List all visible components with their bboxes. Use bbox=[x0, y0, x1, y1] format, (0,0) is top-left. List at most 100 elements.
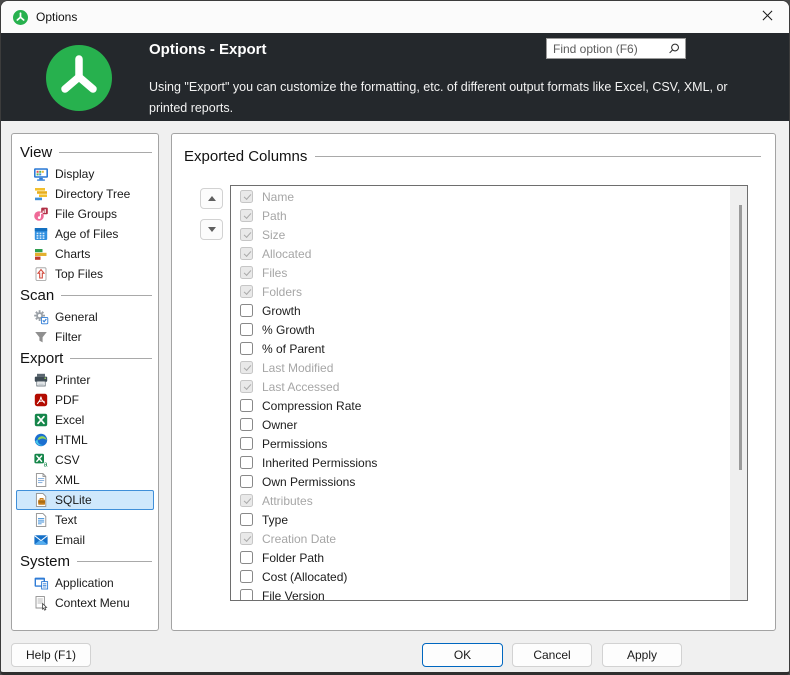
group-divider bbox=[59, 152, 152, 153]
column-label: Files bbox=[262, 266, 287, 280]
sidebar-item-pdf[interactable]: PDF bbox=[16, 390, 154, 410]
sidebar-item-charts[interactable]: Charts bbox=[16, 244, 154, 264]
column-label: Growth bbox=[262, 304, 301, 318]
column-row-folders: Folders bbox=[231, 282, 730, 301]
help-button[interactable]: Help (F1) bbox=[11, 643, 91, 667]
sidebar-item-label: Application bbox=[55, 576, 114, 590]
search-icon bbox=[667, 42, 681, 56]
column-row-last-modified: Last Modified bbox=[231, 358, 730, 377]
sidebar-item-directory-tree[interactable]: Directory Tree bbox=[16, 184, 154, 204]
sidebar-item-printer[interactable]: Printer bbox=[16, 370, 154, 390]
apply-button[interactable]: Apply bbox=[602, 643, 682, 667]
directory-tree-icon bbox=[33, 186, 49, 202]
group-divider bbox=[70, 358, 152, 359]
svg-text:a: a bbox=[44, 461, 48, 468]
unchecked-checkbox[interactable] bbox=[240, 342, 253, 355]
column-row-name: Name bbox=[231, 187, 730, 206]
column-label: Folder Path bbox=[262, 551, 324, 565]
section-divider bbox=[315, 156, 761, 157]
sidebar-item-label: Directory Tree bbox=[55, 187, 130, 201]
group-divider bbox=[61, 295, 152, 296]
column-label: Path bbox=[262, 209, 287, 223]
scrollbar-thumb[interactable] bbox=[739, 205, 742, 470]
unchecked-checkbox[interactable] bbox=[240, 589, 253, 601]
sidebar-item-email[interactable]: Email bbox=[16, 530, 154, 550]
column-label: Own Permissions bbox=[262, 475, 355, 489]
sidebar-item-general[interactable]: General bbox=[16, 307, 154, 327]
sidebar-item-excel[interactable]: Excel bbox=[16, 410, 154, 430]
xml-icon bbox=[33, 472, 49, 488]
checked-checkbox bbox=[240, 266, 253, 279]
sidebar-item-label: General bbox=[55, 310, 98, 324]
sidebar-item-label: Text bbox=[55, 513, 77, 527]
unchecked-checkbox[interactable] bbox=[240, 475, 253, 488]
column-label: Allocated bbox=[262, 247, 311, 261]
cancel-button[interactable]: Cancel bbox=[512, 643, 592, 667]
unchecked-checkbox[interactable] bbox=[240, 304, 253, 317]
column-row-growth: Growth bbox=[231, 301, 730, 320]
close-icon bbox=[762, 8, 773, 26]
unchecked-checkbox[interactable] bbox=[240, 437, 253, 450]
column-row-growth: % Growth bbox=[231, 320, 730, 339]
column-row-compression-rate: Compression Rate bbox=[231, 396, 730, 415]
sidebar-item-file-groups[interactable]: File Groups bbox=[16, 204, 154, 224]
group-header-export: Export bbox=[12, 347, 158, 370]
unchecked-checkbox[interactable] bbox=[240, 551, 253, 564]
checked-checkbox bbox=[240, 380, 253, 393]
close-button[interactable] bbox=[745, 1, 789, 33]
filter-icon bbox=[33, 329, 49, 345]
column-label: Cost (Allocated) bbox=[262, 570, 347, 584]
group-label: Scan bbox=[20, 287, 54, 304]
sidebar-item-context-menu[interactable]: Context Menu bbox=[16, 593, 154, 613]
move-up-button[interactable] bbox=[200, 188, 223, 209]
column-row-of-parent: % of Parent bbox=[231, 339, 730, 358]
column-row-attributes: Attributes bbox=[231, 491, 730, 510]
sidebar-item-application[interactable]: Application bbox=[16, 573, 154, 593]
move-down-button[interactable] bbox=[200, 219, 223, 240]
arrow-up-icon bbox=[208, 196, 216, 201]
sidebar-item-label: Context Menu bbox=[55, 596, 130, 610]
unchecked-checkbox[interactable] bbox=[240, 399, 253, 412]
arrow-down-icon bbox=[208, 227, 216, 232]
column-label: Owner bbox=[262, 418, 297, 432]
checked-checkbox bbox=[240, 361, 253, 374]
display-icon bbox=[33, 166, 49, 182]
checked-checkbox bbox=[240, 228, 253, 241]
column-label: Last Accessed bbox=[262, 380, 339, 394]
sidebar-item-age-of-files[interactable]: Age of Files bbox=[16, 224, 154, 244]
sidebar-item-csv[interactable]: aCSV bbox=[16, 450, 154, 470]
checked-checkbox bbox=[240, 209, 253, 222]
scrollbar-track[interactable] bbox=[730, 186, 747, 600]
sidebar-item-top-files[interactable]: Top Files bbox=[16, 264, 154, 284]
group-label: Export bbox=[20, 350, 63, 367]
column-label: File Version bbox=[262, 589, 325, 602]
column-label: Creation Date bbox=[262, 532, 336, 546]
context-menu-icon bbox=[33, 595, 49, 611]
find-option-input[interactable] bbox=[547, 42, 667, 56]
email-icon bbox=[33, 532, 49, 548]
sidebar-item-display[interactable]: Display bbox=[16, 164, 154, 184]
excel-icon bbox=[33, 412, 49, 428]
sidebar-item-text[interactable]: Text bbox=[16, 510, 154, 530]
sidebar-item-filter[interactable]: Filter bbox=[16, 327, 154, 347]
unchecked-checkbox[interactable] bbox=[240, 323, 253, 336]
unchecked-checkbox[interactable] bbox=[240, 456, 253, 469]
sidebar-item-label: Printer bbox=[55, 373, 90, 387]
column-row-path: Path bbox=[231, 206, 730, 225]
sidebar-item-label: File Groups bbox=[55, 207, 117, 221]
sqlite-icon bbox=[33, 492, 49, 508]
column-label: Folders bbox=[262, 285, 302, 299]
sidebar-item-html[interactable]: HTML bbox=[16, 430, 154, 450]
sidebar-item-label: Display bbox=[55, 167, 94, 181]
sidebar-item-sqlite[interactable]: SQLite bbox=[16, 490, 154, 510]
section-title: Exported Columns bbox=[184, 148, 307, 165]
unchecked-checkbox[interactable] bbox=[240, 570, 253, 583]
group-header-view: View bbox=[12, 141, 158, 164]
columns-list: NamePathSizeAllocatedFilesFoldersGrowth%… bbox=[230, 185, 748, 601]
unchecked-checkbox[interactable] bbox=[240, 513, 253, 526]
ok-button[interactable]: OK bbox=[422, 643, 503, 667]
exported-columns-panel: Exported Columns NamePathSizeAllocatedFi… bbox=[171, 133, 776, 631]
column-row-type: Type bbox=[231, 510, 730, 529]
sidebar-item-xml[interactable]: XML bbox=[16, 470, 154, 490]
unchecked-checkbox[interactable] bbox=[240, 418, 253, 431]
